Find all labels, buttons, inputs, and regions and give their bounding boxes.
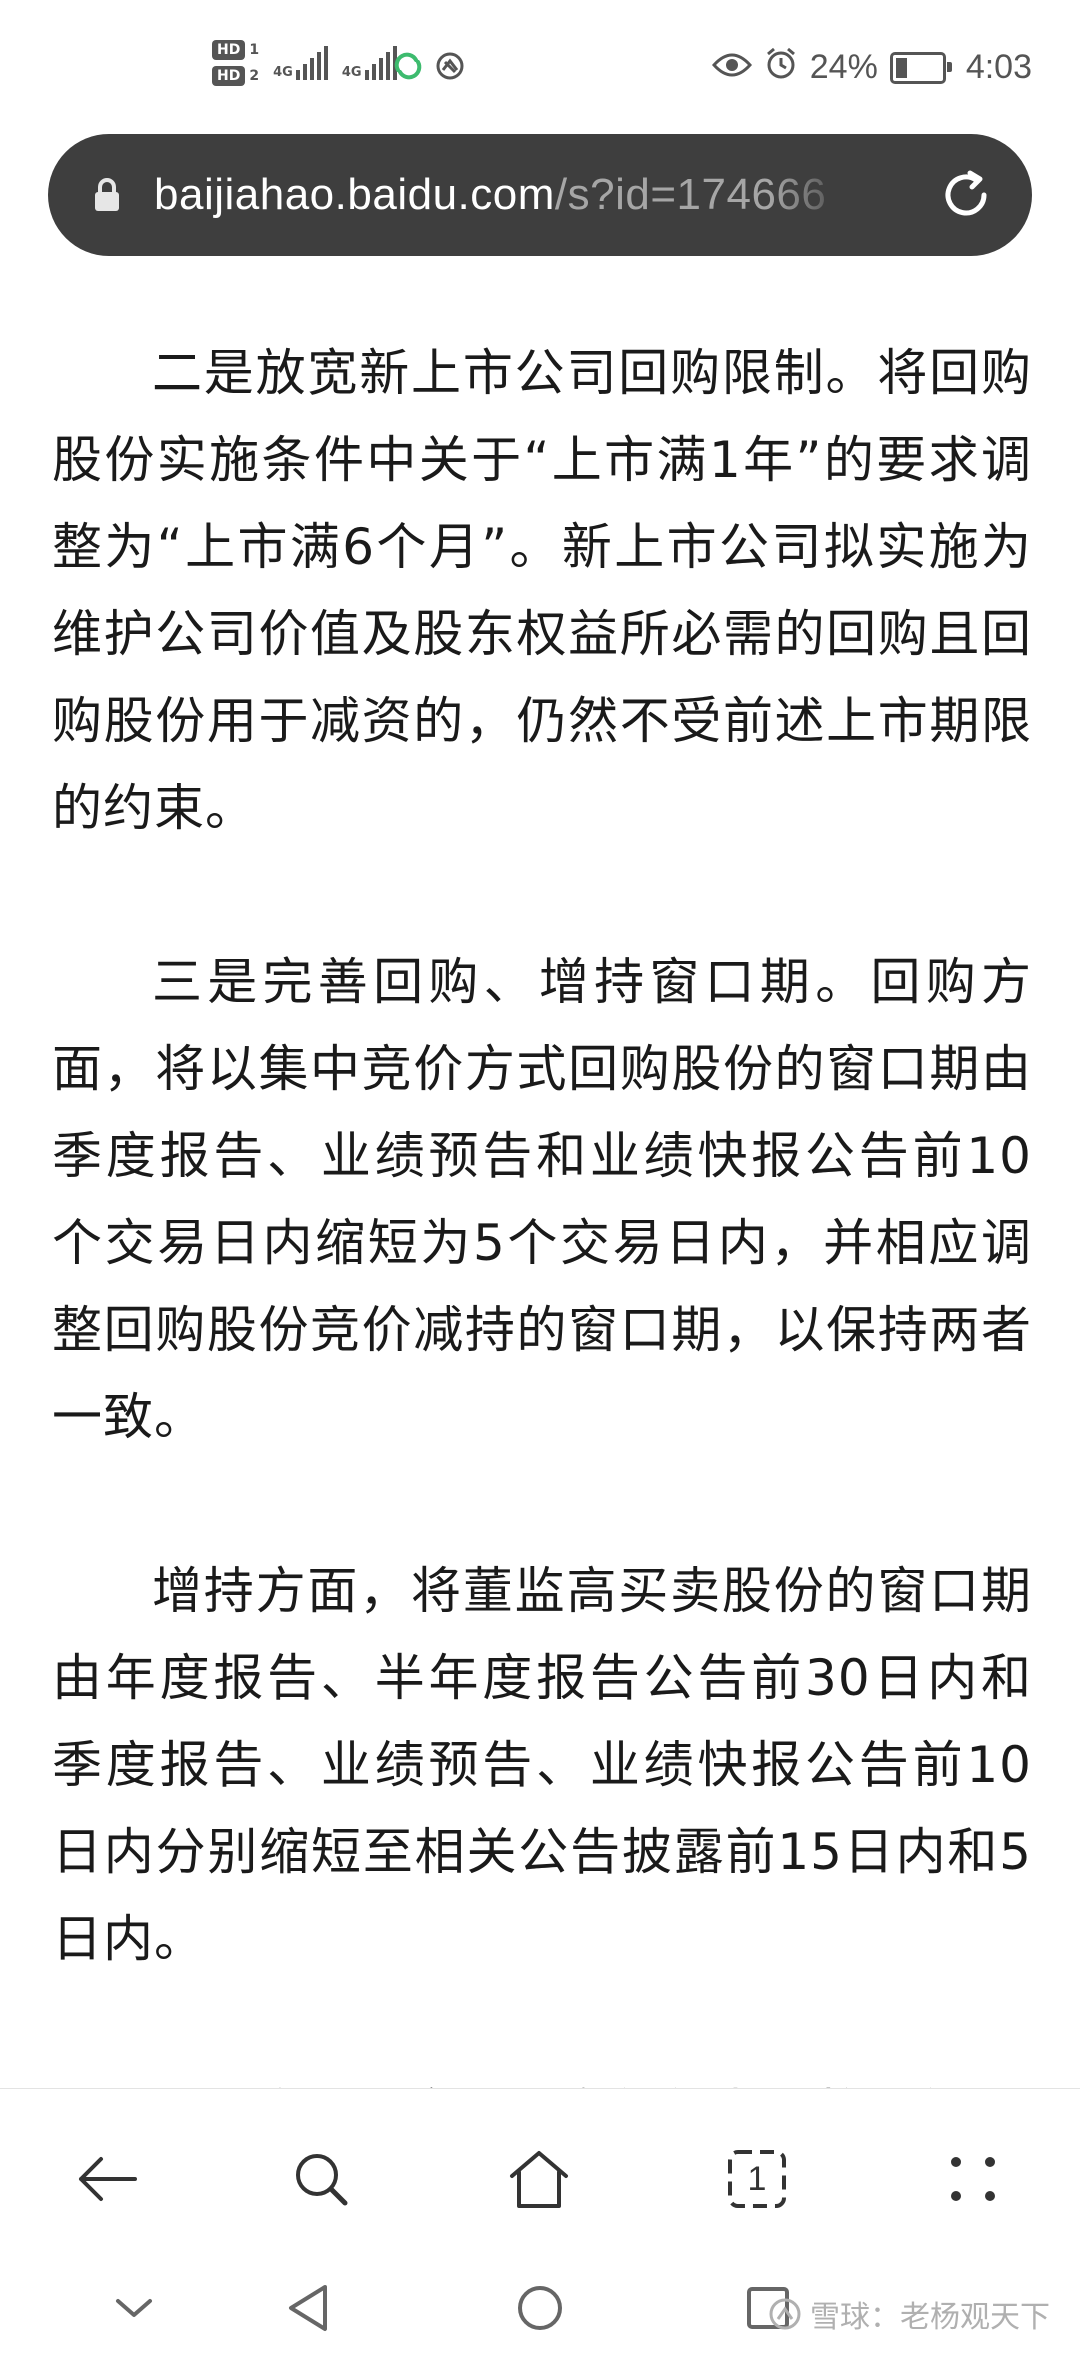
battery-percent: 24%: [809, 48, 878, 86]
app-notification-icon: [434, 50, 466, 86]
tab-count: 1: [747, 2159, 767, 2198]
address-bar[interactable]: baijiahao.baidu.com/s?id=174666: [48, 134, 1032, 256]
home-circle-icon[interactable]: [510, 2278, 570, 2338]
article-paragraph: 增持方面，将董监高买卖股份的窗口期由年度报告、半年度报告公告前30日内和季度报告…: [52, 1562, 1032, 1968]
status-right-group: 24% 4:03: [711, 46, 1032, 89]
reload-icon[interactable]: [936, 165, 996, 225]
search-icon[interactable]: [286, 2144, 356, 2214]
sim2-slot: 2: [249, 68, 260, 84]
url-text[interactable]: baijiahao.baidu.com/s?id=174666: [154, 170, 854, 220]
tabs-icon[interactable]: 1: [722, 2144, 792, 2214]
notification-icons: [392, 50, 466, 86]
url-path: /s?id=174666: [554, 170, 827, 219]
back-triangle-icon[interactable]: [278, 2278, 338, 2338]
signal-icon: 4G: [342, 46, 397, 80]
eye-comfort-icon: [711, 48, 752, 88]
network-type-1: 4G: [273, 65, 293, 80]
app-notification-icon: [392, 50, 424, 86]
watermark: 雪球：老杨观天下: [768, 2292, 1050, 2336]
article-paragraph: 三是完善回购、增持窗口期。回购方面，将以集中竞价方式回购股份的窗口期由季度报告、…: [52, 953, 1032, 1446]
network-type-2: 4G: [341, 65, 362, 80]
status-bar: HD 1 HD 2 4G 4G 24% 4:03: [0, 0, 1080, 130]
signal-icon: 4G: [273, 46, 328, 80]
home-icon[interactable]: [504, 2144, 574, 2214]
article-paragraph: 二是放宽新上市公司回购限制。将回购股份实施条件中关于“上市满1年”的要求调整为“…: [52, 344, 1032, 837]
clock: 4:03: [965, 48, 1032, 86]
system-navigation-bar: 雪球：老杨观天下: [0, 2258, 1080, 2376]
browser-toolbar: 1: [0, 2088, 1080, 2259]
hd-icon: HD: [212, 66, 246, 86]
sim1-slot: 1: [249, 42, 260, 58]
url-domain: baijiahao.baidu.com: [154, 170, 555, 219]
sim-indicators: HD 1 HD 2 4G 4G: [212, 40, 397, 86]
hd-icon: HD: [212, 40, 246, 60]
collapse-icon[interactable]: [104, 2278, 164, 2338]
article-body: 二是放宽新上市公司回购限制。将回购股份实施条件中关于“上市满1年”的要求调整为“…: [52, 330, 1032, 2244]
back-arrow-icon[interactable]: [72, 2144, 142, 2214]
alarm-icon: [764, 46, 798, 89]
lock-icon: [92, 175, 126, 215]
watermark-text: 雪球：老杨观天下: [810, 2300, 1050, 2335]
browser-screen: HD 1 HD 2 4G 4G 24% 4:03 baijiahao.baidu…: [0, 0, 1080, 2376]
snowball-logo: [769, 2298, 801, 2330]
more-icon[interactable]: [938, 2144, 1008, 2214]
battery-charging-icon: [889, 51, 952, 84]
